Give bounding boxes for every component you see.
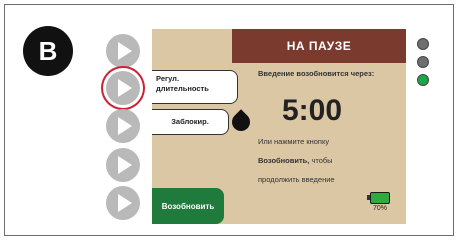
play-icon	[118, 194, 132, 212]
hint-line-1: Или нажмите кнопку	[258, 137, 330, 146]
paused-header: НА ПАУЗЕ	[232, 29, 406, 63]
battery-percent: 70%	[373, 205, 388, 212]
play-icon	[118, 42, 132, 60]
play-icon	[118, 117, 132, 135]
resume-notice: Введение возобновится через:	[258, 69, 375, 78]
countdown-timer: 5:00	[282, 94, 343, 127]
drop-icon	[228, 109, 254, 135]
step-badge: B	[23, 26, 73, 76]
side-button-4[interactable]	[106, 148, 140, 182]
side-button-1[interactable]	[106, 34, 140, 68]
lock-softkey[interactable]: Заблокир.	[152, 109, 229, 135]
side-button-3[interactable]	[106, 109, 140, 143]
hint-line-3: продолжить введение	[258, 175, 335, 184]
side-button-2-highlighted[interactable]	[106, 71, 140, 105]
play-icon	[118, 156, 132, 174]
hint-bold: Возобновить,	[258, 156, 310, 165]
hint-text: Или нажмите кнопку Возобновить, чтобы пр…	[258, 132, 403, 189]
pump-screen: НА ПАУЗЕ Регул. длительность Заблокир. В…	[152, 29, 406, 224]
play-icon	[118, 79, 132, 97]
hint-line-2-rest: чтобы	[309, 156, 333, 165]
adjust-duration-softkey[interactable]: Регул. длительность	[152, 70, 238, 104]
indicator-light-3-green	[417, 74, 429, 86]
battery-icon	[367, 192, 390, 204]
hint-line-2: Возобновить, чтобы	[258, 151, 403, 170]
indicator-light-1	[417, 38, 429, 50]
side-button-5[interactable]	[106, 186, 140, 220]
resume-button[interactable]: Возобновить	[152, 188, 224, 224]
indicator-light-2	[417, 56, 429, 68]
